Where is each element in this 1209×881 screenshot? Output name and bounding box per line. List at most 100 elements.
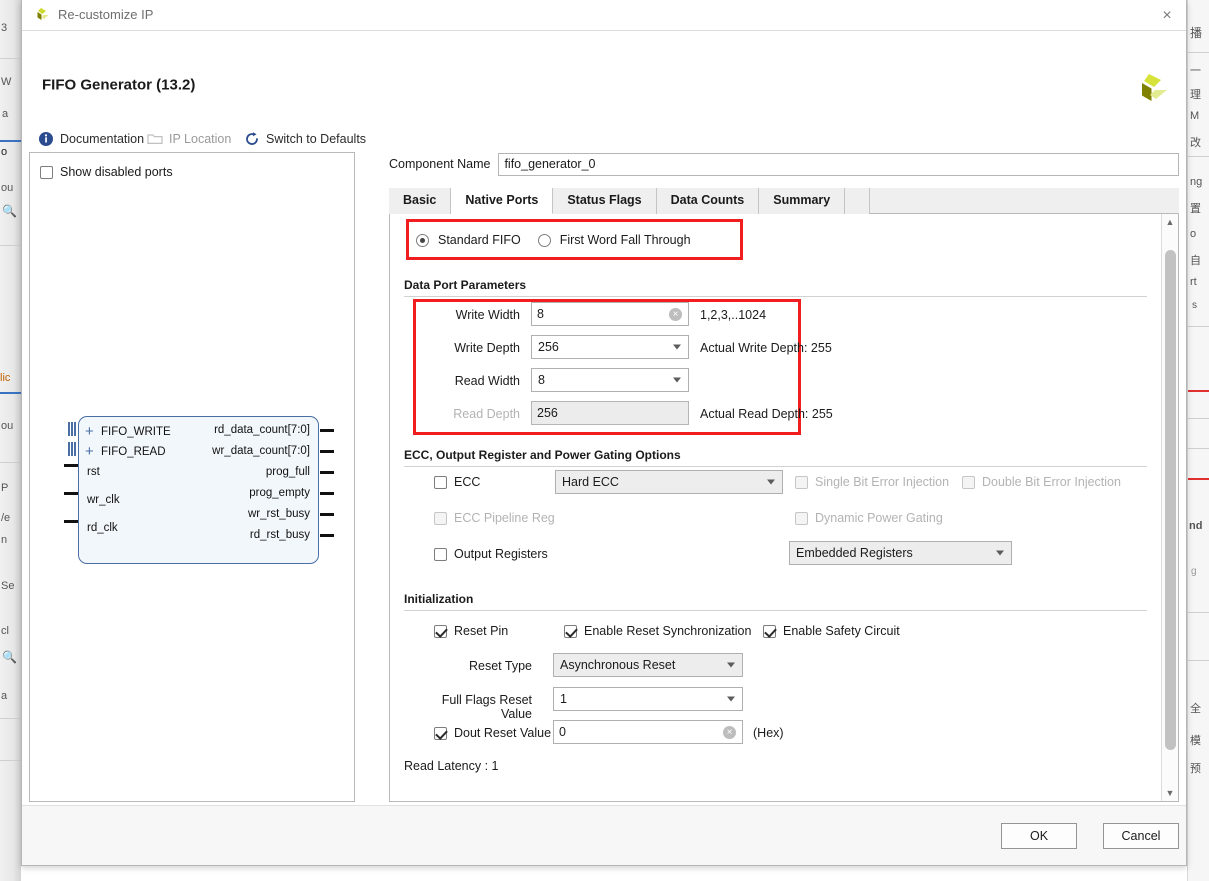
double-bit-error-injection-row[interactable]: Double Bit Error Injection xyxy=(962,475,1121,489)
dynamic-power-gating-checkbox[interactable] xyxy=(795,511,808,525)
bg-fragment: 3 xyxy=(1,22,8,34)
read-width-label: Read Width xyxy=(454,374,520,388)
first-word-fall-through-radio[interactable] xyxy=(537,233,551,247)
expand-fifo-read-icon[interactable]: + xyxy=(85,444,94,459)
single-bit-error-injection-row[interactable]: Single Bit Error Injection xyxy=(795,475,949,489)
output-register-type-value: Embedded Registers xyxy=(796,546,913,560)
double-bit-error-injection-checkbox[interactable] xyxy=(962,475,975,489)
tab-filler xyxy=(845,188,870,214)
bg-fragment: s xyxy=(1192,300,1197,311)
ecc-pipeline-reg-checkbox[interactable] xyxy=(434,511,447,525)
reset-pin-checkbox[interactable] xyxy=(434,624,447,638)
enable-reset-synchronization-label: Enable Reset Synchronization xyxy=(584,624,752,638)
bg-fragment: g xyxy=(1191,566,1197,577)
ip-symbol-panel: Show disabled ports + FIFO_WRITE + FIFO_… xyxy=(29,152,355,802)
dout-reset-value-clear-icon[interactable]: × xyxy=(723,726,736,739)
dout-reset-value-checkbox[interactable] xyxy=(434,726,447,740)
write-width-clear-icon[interactable]: × xyxy=(669,308,682,321)
ecc-type-select[interactable]: Hard ECC xyxy=(555,470,783,494)
read-latency-text: Read Latency : 1 xyxy=(404,759,499,773)
bg-fragment: W xyxy=(1,76,12,88)
output-register-type-select[interactable]: Embedded Registers xyxy=(789,541,1012,565)
full-flags-reset-value-select[interactable]: 1 xyxy=(553,687,743,711)
bg-fragment: lic xyxy=(0,372,11,384)
data-port-parameters-title: Data Port Parameters xyxy=(404,278,527,292)
scroll-up-icon[interactable]: ▲ xyxy=(1162,214,1178,230)
dialog-title: Re-customize IP xyxy=(58,7,154,22)
read-width-select[interactable]: 8 xyxy=(531,368,689,392)
bg-fragment: ou xyxy=(1,182,14,194)
full-flags-reset-value-value: 1 xyxy=(560,692,567,706)
write-depth-select[interactable]: 256 xyxy=(531,335,689,359)
bg-fragment: M xyxy=(1190,110,1200,122)
bg-fragment: cl xyxy=(1,625,9,637)
write-width-hint: 1,2,3,..1024 xyxy=(700,308,767,322)
ecc-pipeline-reg-row[interactable]: ECC Pipeline Reg xyxy=(434,511,555,525)
show-disabled-ports-checkbox[interactable] xyxy=(40,165,53,179)
dynamic-power-gating-row[interactable]: Dynamic Power Gating xyxy=(795,511,943,525)
initialization-group: Initialization xyxy=(404,592,1147,611)
chevron-down-icon xyxy=(673,377,681,383)
close-icon[interactable]: × xyxy=(1156,5,1178,27)
read-depth-value: 256 xyxy=(537,406,558,420)
cancel-button[interactable]: Cancel xyxy=(1103,823,1179,849)
bg-fragment: a xyxy=(2,108,9,120)
reset-type-select[interactable]: Asynchronous Reset xyxy=(553,653,743,677)
search-icon: 🔍 xyxy=(2,650,17,664)
symbol-port-wr-rst-busy: wr_rst_busy xyxy=(248,508,310,520)
dialog-titlebar: Re-customize IP × xyxy=(22,0,1186,31)
ecc-checkbox[interactable] xyxy=(434,475,447,489)
enable-reset-synchronization-checkbox[interactable] xyxy=(564,624,577,638)
dout-reset-value-row[interactable]: Dout Reset Value xyxy=(434,726,551,740)
tab-summary[interactable]: Summary xyxy=(759,188,846,214)
bg-fragment: /e xyxy=(1,512,11,524)
rd-data-count-pin-stub xyxy=(320,429,334,432)
read-width-value: 8 xyxy=(538,373,545,387)
tab-basic[interactable]: Basic xyxy=(389,188,452,214)
single-bit-error-injection-checkbox[interactable] xyxy=(795,475,808,489)
dynamic-power-gating-label: Dynamic Power Gating xyxy=(815,511,943,525)
group-divider xyxy=(404,466,1147,467)
scrollbar-thumb[interactable] xyxy=(1165,250,1176,750)
write-width-value: 8 xyxy=(537,307,544,321)
rd-rst-busy-pin-stub xyxy=(320,534,334,537)
symbol-port-rst: rst xyxy=(87,466,100,478)
ok-button[interactable]: OK xyxy=(1001,823,1077,849)
enable-safety-circuit-checkbox[interactable] xyxy=(763,624,776,638)
reset-pin-row[interactable]: Reset Pin xyxy=(434,624,508,638)
dout-reset-value-value: 0 xyxy=(559,725,566,739)
group-divider xyxy=(404,296,1147,297)
background-left-strip: 3 W a o ou 🔍 lic ou P /e n Se cl 🔍 a xyxy=(0,0,21,881)
expand-fifo-write-icon[interactable]: + xyxy=(85,424,94,439)
bg-fragment: 自 xyxy=(1190,255,1201,267)
reset-type-value: Asynchronous Reset xyxy=(560,658,676,672)
bg-fragment: Se xyxy=(1,580,15,592)
group-divider xyxy=(404,610,1147,611)
ecc-row[interactable]: ECC xyxy=(434,475,480,489)
bg-fragment: 模 xyxy=(1190,735,1201,747)
scroll-down-icon[interactable]: ▼ xyxy=(1162,785,1178,801)
write-width-input[interactable]: 8 × xyxy=(531,302,689,326)
symbol-port-fifo-read: FIFO_READ xyxy=(101,446,166,458)
enable-reset-synchronization-row[interactable]: Enable Reset Synchronization xyxy=(564,624,751,638)
tab-status-flags[interactable]: Status Flags xyxy=(553,188,657,214)
standard-fifo-radio[interactable] xyxy=(416,233,429,247)
bg-fragment: 理 xyxy=(1190,89,1201,101)
symbol-port-rd-clk: rd_clk xyxy=(87,522,118,534)
output-registers-row[interactable]: Output Registers xyxy=(434,547,548,561)
ecc-pipeline-reg-label: ECC Pipeline Reg xyxy=(454,511,555,525)
component-name-input[interactable] xyxy=(498,152,1179,176)
tab-data-counts[interactable]: Data Counts xyxy=(656,188,760,214)
tab-bar: Basic Native Ports Status Flags Data Cou… xyxy=(389,188,1179,214)
bg-fragment: 播 xyxy=(1190,26,1203,40)
symbol-port-wr-clk: wr_clk xyxy=(87,494,120,506)
fifo-read-bus-stub xyxy=(68,442,76,456)
dout-reset-value-input[interactable]: 0 × xyxy=(553,720,743,744)
component-name-label: Component Name xyxy=(389,157,491,171)
show-disabled-ports-row[interactable]: Show disabled ports xyxy=(40,165,173,179)
prog-empty-pin-stub xyxy=(320,492,334,495)
tab-native-ports[interactable]: Native Ports xyxy=(451,188,554,214)
enable-safety-circuit-row[interactable]: Enable Safety Circuit xyxy=(763,624,900,638)
output-registers-checkbox[interactable] xyxy=(434,547,447,561)
panel-scrollbar[interactable]: ▲ ▼ xyxy=(1161,214,1178,801)
